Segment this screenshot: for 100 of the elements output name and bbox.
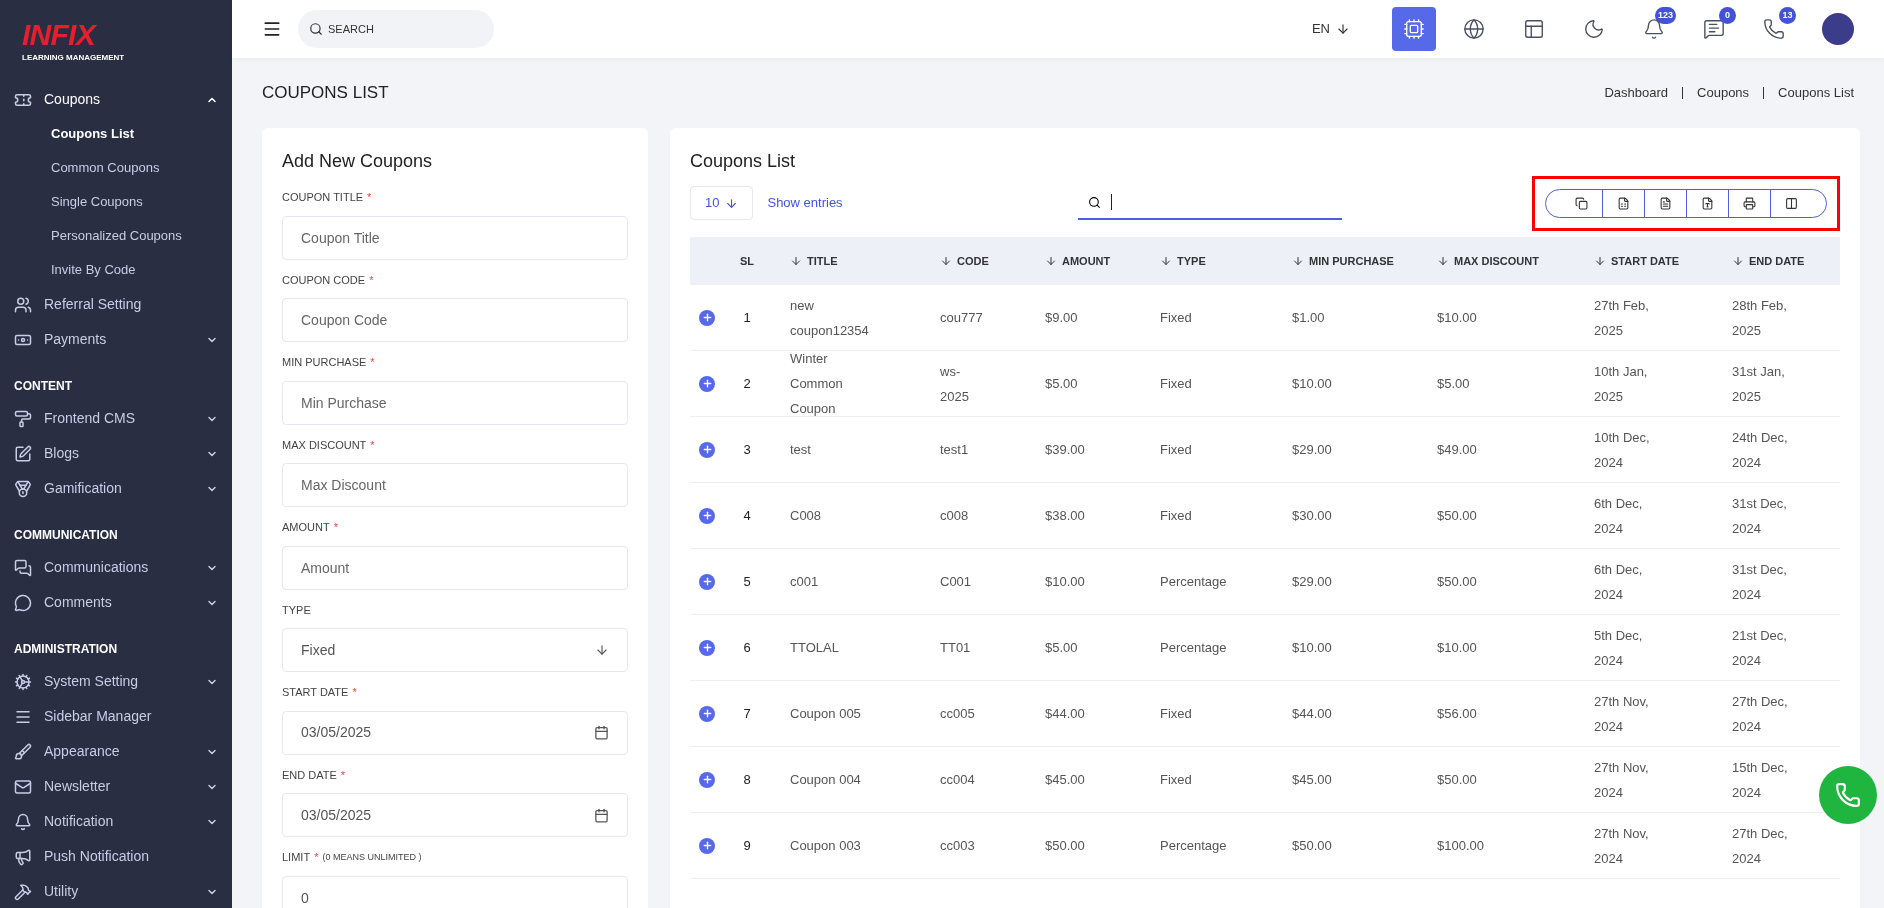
column-header[interactable]: MAX DISCOUNT	[1454, 252, 1539, 270]
column-header[interactable]: CODE	[957, 252, 989, 270]
sidebar-item[interactable]: Coupons	[0, 82, 232, 117]
table-cell-text: $49.00	[1437, 441, 1477, 459]
sidebar-item[interactable]: Appearance	[0, 734, 232, 769]
plus-icon	[701, 378, 713, 389]
field-label: MAX DISCOUNT	[282, 437, 367, 453]
sidebar-item[interactable]: Communications	[0, 550, 232, 585]
table-cell-text: test	[790, 441, 811, 459]
table-cell-text: $5.00	[1045, 639, 1078, 657]
menu-icon[interactable]	[262, 19, 282, 39]
form-title: Add New Coupons	[282, 150, 434, 173]
table-cell-text: TTOLAL	[790, 639, 839, 657]
expand-row-button[interactable]	[699, 705, 715, 722]
sidebar-item[interactable]: Notification	[0, 804, 232, 839]
input-field[interactable]: 0	[282, 875, 628, 908]
input-field[interactable]: Coupon Title	[282, 215, 628, 260]
column-header[interactable]: MIN PURCHASE	[1309, 252, 1394, 270]
sidebar-item[interactable]: Comments	[0, 585, 232, 620]
breadcrumb-link[interactable]: Coupons	[1697, 83, 1750, 103]
bell-button[interactable]: 123	[1632, 7, 1676, 51]
expand-row-button[interactable]	[699, 573, 715, 590]
table-cell-text: 21st Dec, 2024	[1732, 626, 1788, 670]
column-header[interactable]: TYPE	[1177, 252, 1206, 270]
avatar[interactable]	[1822, 13, 1854, 45]
comment-icon	[14, 593, 32, 612]
breadcrumb-link[interactable]: Dashboard	[1604, 83, 1669, 103]
page-size-select[interactable]: 10	[690, 186, 754, 220]
field-label: LIMIT	[282, 850, 311, 865]
whatsapp-button[interactable]	[1819, 766, 1877, 824]
input-field[interactable]: Coupon Code	[282, 298, 628, 342]
sidebar-item[interactable]: Push Notification	[0, 839, 232, 874]
table-cell-text: $50.00	[1437, 573, 1477, 591]
expand-row-button[interactable]	[699, 507, 715, 524]
ai-chip-icon	[1403, 18, 1425, 40]
sidebar-section-heading: ADMINISTRATION	[13, 641, 119, 658]
table-cell-text: 27th Nov, 2024	[1594, 758, 1650, 802]
medal-icon	[14, 479, 32, 498]
breadcrumb-link[interactable]: Coupons List	[1778, 83, 1854, 103]
copy-icon	[1574, 196, 1588, 210]
input-field[interactable]: Min Purchase	[282, 380, 628, 425]
table-cell-text: Fixed	[1160, 309, 1192, 327]
table-cell-text: TT01	[940, 639, 971, 657]
sidebar-subitem[interactable]: Invite By Code	[0, 253, 232, 287]
table-cell-text: 27th Nov, 2024	[1594, 692, 1650, 736]
required-asterisk: *	[333, 520, 338, 535]
table-cell-text: 27th Nov, 2024	[1594, 824, 1650, 868]
table-cell-text: 31st Dec, 2024	[1732, 560, 1788, 604]
expand-row-button[interactable]	[699, 771, 715, 788]
input-field[interactable]: Amount	[282, 545, 628, 590]
file-icon	[1701, 196, 1714, 210]
select-field[interactable]: Fixed	[282, 628, 628, 672]
phone-button[interactable]: 13	[1752, 7, 1796, 51]
sidebar-item[interactable]: Sidebar Manager	[0, 699, 232, 734]
table-cell-text: Fixed	[1160, 705, 1192, 723]
sidebar-item[interactable]: Newsletter	[0, 769, 232, 804]
plus-icon	[701, 510, 713, 521]
expand-row-button[interactable]	[699, 441, 715, 458]
date-field[interactable]: 03/05/2025	[282, 793, 628, 837]
message-button[interactable]: 0	[1692, 7, 1736, 51]
sidebar-item[interactable]: Payments	[0, 322, 232, 357]
expand-row-button[interactable]	[699, 837, 715, 854]
sidebar-item[interactable]: Blogs	[0, 436, 232, 471]
expand-row-button[interactable]	[699, 375, 715, 392]
expand-row-button[interactable]	[699, 309, 715, 326]
table-cell-text: $56.00	[1437, 705, 1477, 723]
pen-square-icon	[14, 444, 32, 463]
date-field[interactable]: 03/05/2025	[282, 710, 628, 755]
sidebar-item[interactable]: Gamification	[0, 471, 232, 506]
table-cell-text: 1	[743, 309, 751, 327]
table-cell-text: $45.00	[1292, 771, 1332, 789]
ai-chip-button[interactable]	[1392, 7, 1436, 51]
expand-row-button[interactable]	[699, 639, 715, 656]
column-header[interactable]: END DATE	[1749, 252, 1805, 270]
table-cell-text: $1.00	[1292, 309, 1325, 327]
sidebar-item[interactable]: Utility	[0, 874, 232, 908]
arrow-down-icon	[1336, 22, 1350, 36]
table-cell-text: $5.00	[1045, 375, 1078, 393]
input-field[interactable]: Max Discount	[282, 463, 628, 507]
plus-icon	[701, 312, 713, 323]
table-cell-text: 5th Dec, 2024	[1594, 626, 1644, 670]
sidebar-item[interactable]: System Setting	[0, 664, 232, 699]
search-field[interactable]: SEARCH	[298, 10, 494, 48]
users-icon	[14, 295, 32, 314]
sidebar-subitem[interactable]: Personalized Coupons	[0, 219, 232, 253]
column-header[interactable]: SL	[739, 252, 755, 270]
calendar-icon	[594, 725, 609, 740]
field-label: TYPE	[282, 602, 311, 618]
sidebar-item[interactable]: Frontend CMS	[0, 401, 232, 436]
sidebar-subitem[interactable]: Single Coupons	[0, 185, 232, 219]
sidebar-subitem[interactable]: Coupons List	[0, 117, 232, 151]
search-icon	[1087, 195, 1101, 209]
column-header[interactable]: START DATE	[1611, 252, 1680, 270]
table-cell-text: $45.00	[1045, 771, 1085, 789]
column-header[interactable]: AMOUNT	[1062, 252, 1111, 270]
column-header[interactable]: TITLE	[807, 252, 838, 270]
language-selector[interactable]: EN	[1311, 19, 1350, 39]
sidebar-item[interactable]: Referral Setting	[0, 287, 232, 322]
table-cell-text: cc005	[940, 705, 975, 723]
sidebar-subitem[interactable]: Common Coupons	[0, 151, 232, 185]
